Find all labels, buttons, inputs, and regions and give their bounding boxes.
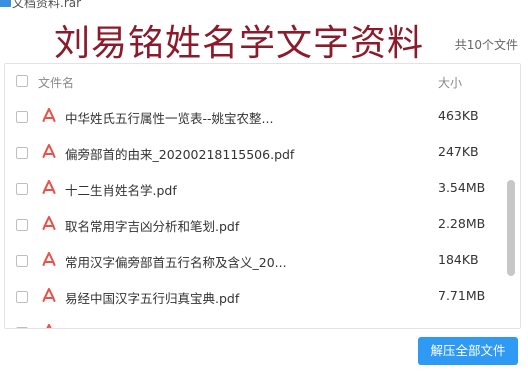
- row-checkbox[interactable]: [16, 183, 28, 195]
- pdf-icon: [42, 288, 56, 302]
- file-size: 184KB: [438, 252, 479, 267]
- pdf-icon: [42, 216, 56, 230]
- file-count: 共10个文件: [454, 38, 518, 52]
- window-title: 文档资料.rar: [12, 0, 82, 10]
- table-row[interactable]: 十二生肖姓名学.pdf 3.54MB: [5, 172, 505, 208]
- row-checkbox[interactable]: [16, 327, 28, 328]
- file-name: 十二生肖姓名学.pdf: [65, 183, 177, 198]
- scrollbar-thumb[interactable]: [507, 180, 515, 276]
- file-size: 247KB: [438, 144, 479, 159]
- pdf-icon: [42, 144, 56, 158]
- file-name: 常用汉字偏旁部首五行名称及含义_20...: [65, 255, 287, 270]
- file-size: 463KB: [438, 108, 479, 123]
- archive-icon: [0, 0, 11, 7]
- column-name-header: 文件名: [38, 76, 75, 90]
- column-size-header: 大小: [438, 76, 463, 90]
- pdf-icon: [42, 108, 56, 122]
- table-row[interactable]: 中华姓氏五行属性一览表--姚宝农整... 463KB: [5, 100, 505, 136]
- row-checkbox[interactable]: [16, 255, 28, 267]
- file-size: 7.71MB: [438, 288, 486, 303]
- table-row[interactable]: 常用汉字偏旁部首五行名称及含义_20... 184KB: [5, 244, 505, 280]
- table-header: 文件名 大小: [5, 64, 520, 98]
- file-size: 2.28MB: [438, 216, 486, 231]
- pdf-icon: [42, 252, 56, 266]
- row-checkbox[interactable]: [16, 219, 28, 231]
- extract-all-button[interactable]: 解压全部文件: [418, 337, 518, 365]
- file-name: 易经中国汉字五行归真宝典.pdf: [65, 291, 240, 306]
- overlay-title: 刘易铭姓名学文字资料: [54, 23, 425, 64]
- file-list-panel: 文件名 大小 中华姓氏五行属性一览表--姚宝农整... 463KB 偏旁部首的由…: [4, 63, 521, 329]
- row-checkbox[interactable]: [16, 111, 28, 123]
- table-row[interactable]: 取名常用字吉凶分析和笔划.pdf 2.28MB: [5, 208, 505, 244]
- file-name: 取名常用字吉凶分析和笔划.pdf: [65, 219, 240, 234]
- table-row[interactable]: 易经中国汉字五行归真宝典.pdf 7.71MB: [5, 280, 505, 316]
- table-row[interactable]: 偏旁部首的由来_20200218115506.pdf 247KB: [5, 136, 505, 172]
- row-checkbox[interactable]: [16, 147, 28, 159]
- file-name: 偏旁部首的由来_20200218115506.pdf: [65, 147, 295, 162]
- row-checkbox[interactable]: [16, 291, 28, 303]
- pdf-icon: [42, 180, 56, 194]
- table-row[interactable]: [5, 316, 505, 328]
- file-name: 中华姓氏五行属性一览表--姚宝农整...: [65, 111, 274, 126]
- title-bar: 文档资料.rar: [0, 0, 528, 12]
- file-size: 3.54MB: [438, 180, 486, 195]
- select-all-checkbox[interactable]: [16, 75, 28, 87]
- pdf-icon: [46, 324, 52, 328]
